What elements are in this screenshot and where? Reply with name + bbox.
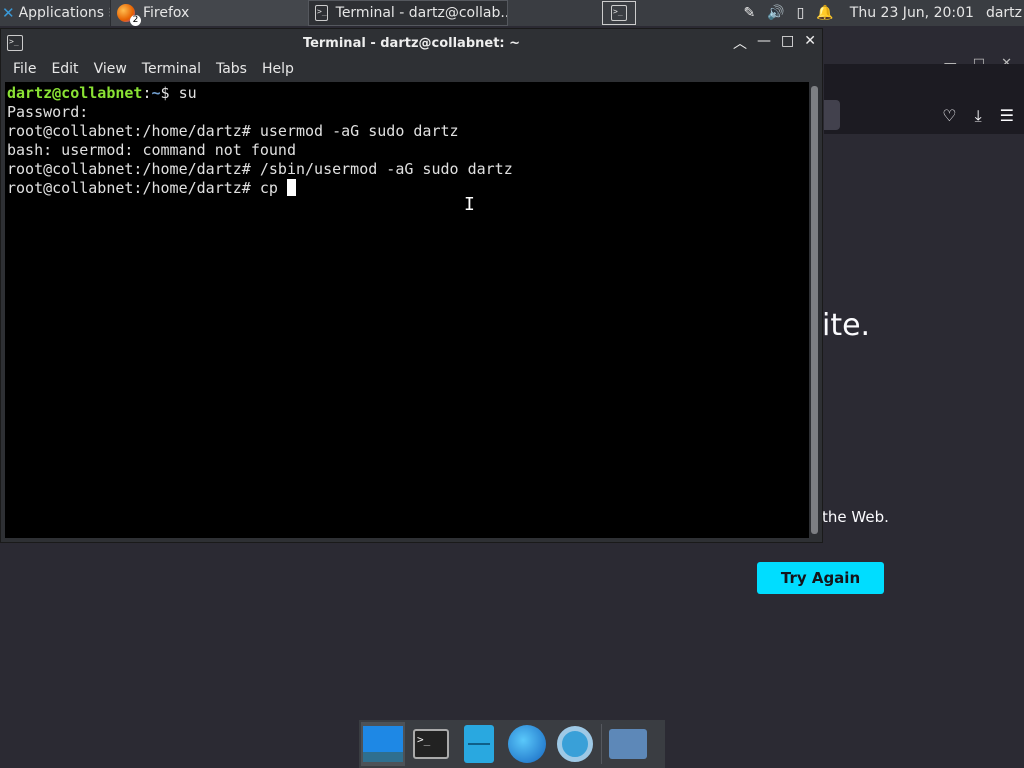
menu-edit[interactable]: Edit — [51, 61, 78, 77]
search-icon — [557, 726, 593, 762]
browser-toolbar-icons: ♡ ⤓ ☰ — [942, 106, 1014, 126]
terminal-line: root@collabnet:/home/dartz# /sbin/usermo… — [7, 160, 513, 178]
user-menu[interactable]: dartz — [986, 5, 1022, 21]
terminal-scrollbar[interactable] — [809, 82, 821, 538]
error-page-text: the Web. — [822, 508, 889, 526]
file-cabinet-icon — [464, 725, 494, 763]
clock[interactable]: Thu 23 Jun, 20:01 — [850, 5, 974, 21]
prompt-path: ~ — [151, 84, 161, 102]
chevron-up-icon[interactable]: ︿ — [733, 33, 747, 53]
taskbar-item-terminal[interactable]: >_ Terminal - dartz@collab... — [308, 0, 508, 26]
close-icon[interactable]: ✕ — [804, 33, 816, 53]
taskbar-label-terminal: Terminal - dartz@collab... — [335, 5, 508, 21]
try-again-button[interactable]: Try Again — [757, 562, 884, 594]
firefox-icon: 2 — [117, 4, 141, 26]
desktop-icon — [363, 726, 403, 762]
downloads-icon[interactable]: ⤓ — [975, 106, 982, 126]
maximize-icon[interactable]: □ — [781, 33, 794, 53]
terminal-icon: >_ — [611, 5, 627, 21]
applications-menu[interactable]: ✕ Applications ⁝ — [0, 0, 110, 26]
pocket-icon[interactable]: ♡ — [942, 106, 956, 126]
taskbar-item-firefox[interactable]: 2 Firefox — [110, 0, 308, 26]
dock-file-manager[interactable] — [457, 722, 501, 766]
terminal-icon: >_ — [413, 729, 449, 759]
window-count-badge: 2 — [130, 15, 141, 26]
terminal-current-line: root@collabnet:/home/dartz# cp — [7, 179, 809, 198]
applications-label: Applications — [18, 5, 105, 21]
terminal-line: Password: — [7, 103, 89, 121]
menu-tabs[interactable]: Tabs — [216, 61, 247, 77]
url-bar[interactable] — [824, 100, 840, 130]
terminal-line: dartz@collabnet:~$ su — [7, 84, 197, 102]
terminal-menubar: File Edit View Terminal Tabs Help — [1, 57, 822, 81]
terminal-window: >_ Terminal - dartz@collabnet: ~ ︿ — □ ✕… — [0, 28, 823, 543]
menu-help[interactable]: Help — [262, 61, 294, 77]
battery-icon[interactable]: ▯ — [797, 5, 805, 21]
terminal-output[interactable]: dartz@collabnet:~$ su Password: root@col… — [5, 82, 809, 538]
text-cursor — [286, 179, 296, 196]
menu-terminal[interactable]: Terminal — [142, 61, 201, 77]
terminal-line: root@collabnet:/home/dartz# usermod -aG … — [7, 122, 459, 140]
xfce-logo-icon: ✕ — [2, 4, 15, 22]
minimize-icon[interactable]: — — [757, 33, 771, 53]
dock-app-finder[interactable] — [553, 722, 597, 766]
notification-bell-icon[interactable]: 🔔 — [816, 5, 833, 21]
command-text: su — [178, 84, 197, 102]
menu-file[interactable]: File — [13, 61, 36, 77]
folder-icon — [609, 729, 647, 759]
terminal-line: bash: usermod: command not found — [7, 141, 296, 159]
network-icon[interactable]: ✎ — [743, 5, 755, 21]
system-tray: ✎ 🔊 ▯ 🔔 Thu 23 Jun, 20:01 dartz — [743, 0, 1024, 26]
window-controls: ︿ — □ ✕ — [733, 33, 816, 53]
globe-icon — [508, 725, 546, 763]
taskbar-label-firefox: Firefox — [143, 5, 190, 21]
window-title: Terminal - dartz@collabnet: ~ — [302, 35, 521, 51]
workspace-switcher[interactable]: >_ — [602, 1, 636, 25]
dock-folder[interactable] — [606, 722, 650, 766]
top-panel: ✕ Applications ⁝ 2 Firefox >_ Terminal -… — [0, 0, 1024, 26]
dock: >_ — [359, 720, 665, 768]
menu-view[interactable]: View — [94, 61, 127, 77]
error-page-heading: ite. — [822, 308, 871, 343]
dock-separator — [601, 724, 602, 764]
dock-show-desktop[interactable] — [361, 722, 405, 766]
terminal-icon: >_ — [315, 5, 328, 21]
ibeam-cursor-icon: I — [464, 194, 475, 215]
hamburger-menu-icon[interactable]: ☰ — [1000, 106, 1014, 126]
current-input: root@collabnet:/home/dartz# cp — [7, 179, 287, 197]
dock-terminal[interactable]: >_ — [409, 722, 453, 766]
terminal-titlebar[interactable]: >_ Terminal - dartz@collabnet: ~ ︿ — □ ✕ — [1, 29, 822, 57]
dock-web-browser[interactable] — [505, 722, 549, 766]
volume-icon[interactable]: 🔊 — [767, 5, 784, 21]
scrollbar-thumb[interactable] — [811, 86, 818, 534]
prompt-user: dartz@collabnet — [7, 84, 143, 102]
